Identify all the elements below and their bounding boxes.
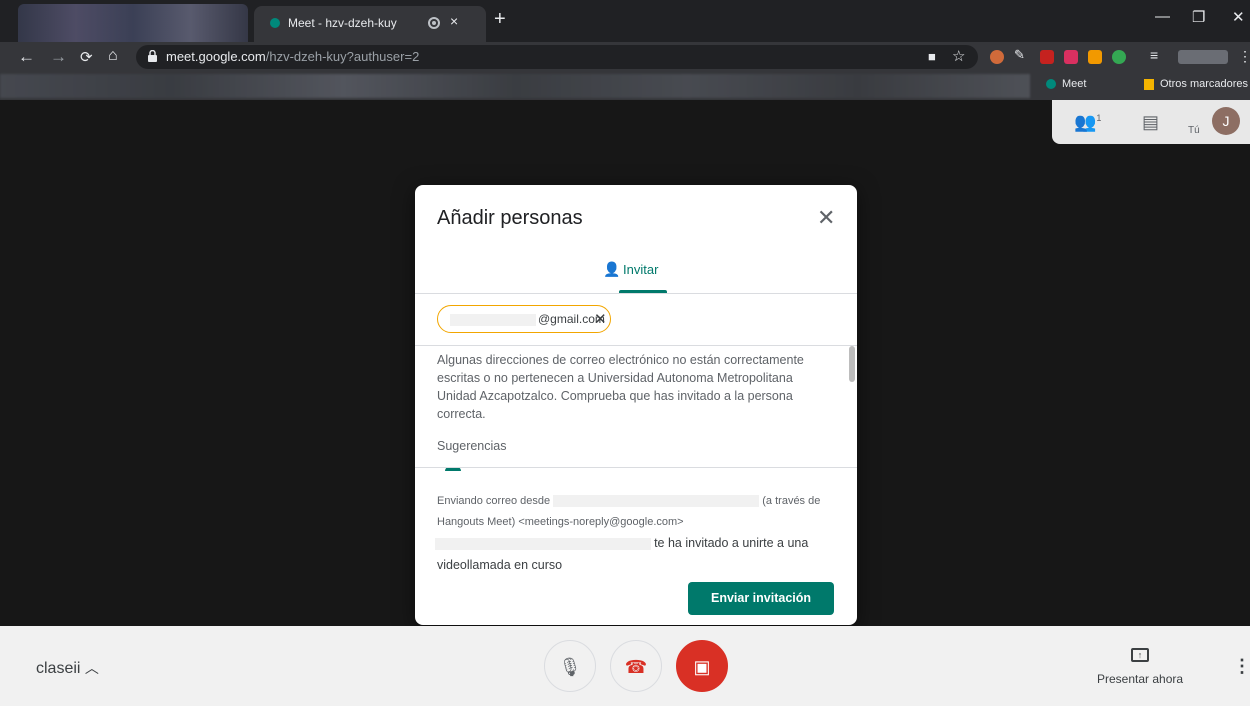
address-bar[interactable]: meet.google.com/hzv-dzeh-kuy?authuser=2 … <box>136 45 978 69</box>
check-extension-icon[interactable] <box>1112 50 1126 64</box>
close-window-button[interactable]: ✕ <box>1232 8 1245 26</box>
bookmark-label: Meet <box>1062 78 1087 90</box>
microphone-icon: 🎙 <box>558 657 582 677</box>
minimize-button[interactable]: — <box>1155 8 1170 25</box>
scrollbar[interactable] <box>849 346 855 382</box>
url-text: meet.google.com/hzv-dzeh-kuy?authuser=2 <box>166 49 419 64</box>
reload-icon[interactable]: ⟳ <box>80 48 93 66</box>
pen-extension-icon[interactable]: ✎ <box>1014 47 1028 62</box>
tab-invite-label: Invitar <box>623 262 659 277</box>
chat-icon[interactable]: ▤ <box>1142 112 1159 133</box>
end-call-button[interactable]: ☎ <box>610 640 662 692</box>
footer-prefix: Enviando correo desde <box>437 495 551 507</box>
chevron-up-icon: ︿ <box>84 660 99 676</box>
you-label: Tú <box>1188 125 1200 136</box>
meet-favicon-icon <box>270 18 280 28</box>
bookmark-label: Otros marcadores <box>1160 78 1249 90</box>
bookmark-meet[interactable]: Meet <box>1046 78 1086 90</box>
home-icon[interactable]: ⌂ <box>108 47 118 65</box>
tab-close-icon[interactable]: × <box>450 13 458 29</box>
pocket-extension-icon[interactable] <box>1064 50 1078 64</box>
divider <box>415 293 857 294</box>
browser-toolbar: ← → ⟳ ⌂ meet.google.com/hzv-dzeh-kuy?aut… <box>0 42 1250 72</box>
add-people-dialog: Añadir personas ✕ 👤 Invitar @gmail.com ✕ … <box>415 185 857 625</box>
url-host: meet.google.com <box>166 49 266 64</box>
active-tab[interactable]: Meet - hzv-dzeh-kuy × <box>254 6 486 42</box>
people-count: 1 <box>1096 113 1102 123</box>
close-icon[interactable]: ✕ <box>817 205 835 231</box>
email-chip[interactable]: @gmail.com ✕ <box>437 305 611 333</box>
dialog-title: Añadir personas <box>437 207 583 229</box>
redacted-name <box>435 538 651 551</box>
tab-strip: Meet - hzv-dzeh-kuy × + — ❐ ✕ <box>0 0 1250 42</box>
bookmark-star-icon[interactable]: ☆ <box>952 47 965 65</box>
meet-icon <box>1046 79 1056 90</box>
restore-button[interactable]: ❐ <box>1192 8 1205 26</box>
footer-invited: te ha invitado a unirte a una <box>654 536 809 550</box>
forward-icon[interactable]: → <box>50 47 67 67</box>
footer-end: videollamada en curso <box>437 558 563 572</box>
media-control-icon[interactable]: ≡ <box>1150 47 1164 63</box>
meeting-bottom-bar: claseii ︿ 🎙 ☎ ▣ ↑ Presentar ahora ⋮ <box>0 626 1250 706</box>
camera-icon[interactable]: ■ <box>928 49 936 64</box>
send-invitation-button[interactable]: Enviar invitación <box>688 582 834 615</box>
present-icon[interactable]: ↑ <box>1131 648 1149 662</box>
lock-icon <box>148 50 157 62</box>
bookmark-otros-marcadores[interactable]: Otros marcadores <box>1144 78 1248 90</box>
profile-avatar[interactable] <box>1178 50 1228 64</box>
back-icon[interactable]: ← <box>18 47 35 67</box>
divider <box>415 467 857 468</box>
warning-text: Algunas direcciones de correo electrónic… <box>437 353 804 421</box>
meeting-side-controls: 👥1 ▤ Tú J <box>1052 100 1250 144</box>
blurred-bookmarks[interactable] <box>0 74 1030 98</box>
tab-title: Meet - hzv-dzeh-kuy <box>288 16 397 30</box>
remove-chip-icon[interactable]: ✕ <box>594 310 607 328</box>
folder-icon <box>1144 78 1154 90</box>
extension-icon[interactable] <box>990 50 1004 64</box>
pdf-extension-icon[interactable] <box>1040 50 1054 64</box>
hang-up-icon: ☎ <box>624 657 648 677</box>
microphone-button[interactable]: 🎙 <box>544 640 596 692</box>
present-now-label[interactable]: Presentar ahora <box>1097 672 1183 686</box>
people-icon[interactable]: 👥1 <box>1074 112 1101 133</box>
redacted-sender <box>553 495 760 508</box>
meeting-name: claseii <box>36 660 81 677</box>
recording-indicator-icon <box>428 17 440 29</box>
url-path: /hzv-dzeh-kuy?authuser=2 <box>265 49 420 64</box>
avatar[interactable]: J <box>1212 107 1240 135</box>
divider <box>415 345 857 346</box>
camera-off-button[interactable]: ▣ <box>676 640 728 692</box>
redacted-email <box>450 314 536 326</box>
tab-invite[interactable]: 👤 Invitar <box>603 261 658 278</box>
suggestions-label: Sugerencias <box>437 439 507 453</box>
camera-off-icon: ▣ <box>693 657 711 677</box>
bookmarks-bar: Meet Otros marcadores <box>0 72 1250 100</box>
meeting-details[interactable]: claseii ︿ <box>36 658 99 678</box>
add-person-icon: 👤 <box>603 261 621 277</box>
blurred-tabs[interactable] <box>18 4 248 42</box>
new-tab-button[interactable]: + <box>494 8 506 31</box>
email-preview: Enviando correo desde (a través de Hango… <box>435 491 837 577</box>
shop-extension-icon[interactable] <box>1088 50 1102 64</box>
more-options-icon[interactable]: ⋮ <box>1233 656 1250 677</box>
browser-menu-icon[interactable]: ⋮ <box>1238 48 1250 65</box>
